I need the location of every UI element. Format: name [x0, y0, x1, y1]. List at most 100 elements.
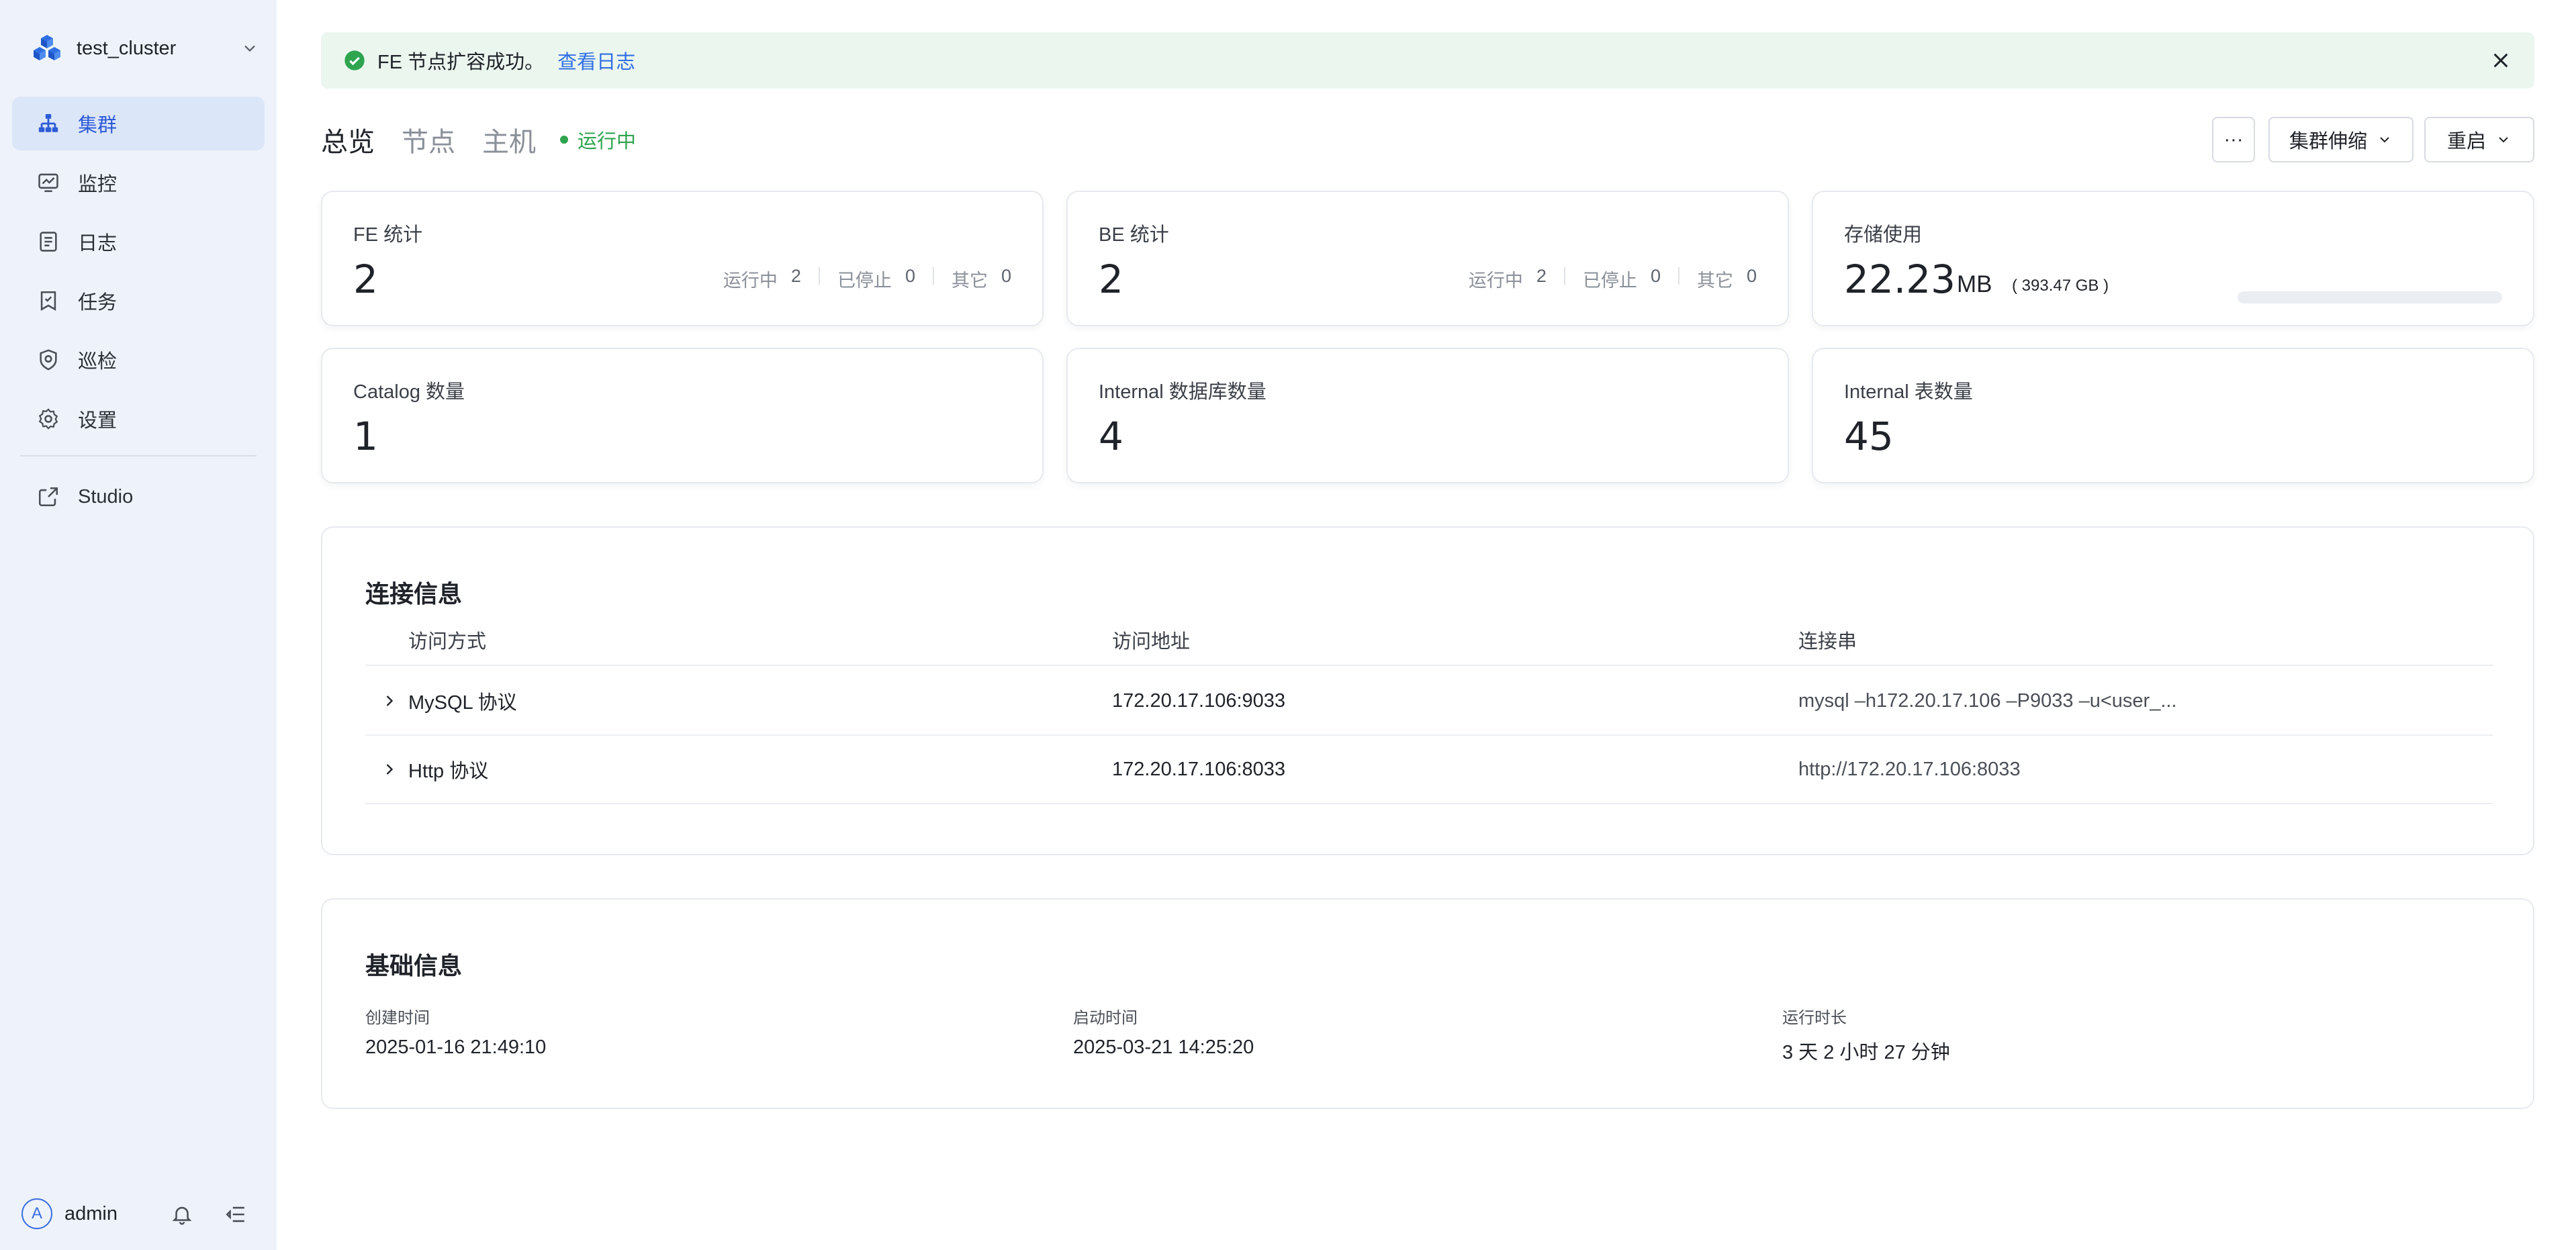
running-label: 运行中	[723, 271, 778, 291]
created-time-label: 创建时间	[365, 1009, 430, 1027]
sidebar-item-label: 集群	[78, 115, 118, 136]
divider	[1563, 267, 1565, 285]
running-count: 2	[1536, 266, 1547, 286]
sidebar-item-cluster[interactable]: 集群	[12, 97, 265, 150]
cluster-icon	[36, 111, 60, 136]
avatar[interactable]: A	[21, 1198, 52, 1229]
section-title: 基础信息	[365, 952, 463, 979]
card-value: 45	[1844, 414, 1894, 459]
tab-nodes[interactable]: 节点	[402, 120, 455, 159]
access-address: 172.20.17.106:9033	[1112, 689, 1286, 712]
close-icon[interactable]	[2490, 50, 2512, 71]
connection-string[interactable]: http://172.20.17.106:8033	[1798, 736, 2021, 803]
cluster-scale-button[interactable]: 集群伸缩	[2268, 117, 2413, 162]
log-icon	[36, 230, 60, 254]
start-time-value: 2025-03-21 14:25:20	[1073, 1037, 1254, 1058]
page-tabs: 总览 节点 主机 运行中	[321, 118, 636, 161]
sidebar-item-task[interactable]: 任务	[12, 274, 265, 328]
tab-hosts[interactable]: 主机	[482, 120, 536, 159]
bell-icon[interactable]	[171, 1203, 193, 1226]
other-count: 0	[1746, 266, 1757, 286]
cluster-switcher[interactable]: test_cluster	[31, 30, 259, 67]
restart-button[interactable]: 重启	[2424, 117, 2534, 162]
status-text: 运行中	[578, 131, 637, 152]
section-title: 连接信息	[365, 580, 463, 608]
status-dot	[560, 136, 568, 144]
divider	[818, 267, 820, 285]
success-alert: FE 节点扩容成功。 查看日志	[321, 32, 2534, 89]
sidebar: test_cluster 集群 监控 日志 任务 巡检 设置 Studio A …	[0, 0, 277, 1250]
alert-message: FE 节点扩容成功。	[377, 52, 545, 73]
column-header-conn-string: 连接串	[1798, 631, 1857, 653]
storage-usage-card: 存储使用 22.23 MB ( 393.47 GB )	[1812, 191, 2534, 326]
internal-db-count-card: Internal 数据库数量 4	[1066, 348, 1789, 483]
sidebar-item-label: 日志	[78, 233, 118, 254]
card-label: FE 统计	[353, 224, 423, 246]
card-value: 2	[353, 256, 378, 302]
chevron-right-icon[interactable]	[380, 691, 399, 710]
stopped-count: 0	[1650, 266, 1661, 286]
sidebar-item-label: 监控	[78, 174, 118, 195]
external-link-icon	[36, 485, 60, 509]
sidebar-nav: 集群 监控 日志 任务 巡检 设置 Studio	[12, 97, 265, 529]
table-row[interactable]: Http 协议 172.20.17.106:8033 http://172.20…	[365, 736, 2493, 804]
running-label: 运行中	[1468, 271, 1523, 291]
connection-string[interactable]: mysql –h172.20.17.106 –P9033 –u<user_...	[1798, 667, 2177, 734]
nav-divider	[20, 455, 257, 456]
stopped-label: 已停止	[837, 271, 892, 291]
divider	[1677, 267, 1680, 285]
be-stats-card: BE 统计 2 运行中 2 已停止 0 其它 0	[1066, 191, 1789, 326]
card-value: 4	[1099, 414, 1123, 459]
more-button[interactable]: ···	[2212, 117, 2255, 162]
card-label: Internal 数据库数量	[1099, 381, 1267, 403]
internal-table-count-card: Internal 表数量 45	[1812, 348, 2534, 483]
sidebar-item-inspection[interactable]: 巡检	[12, 333, 265, 387]
cluster-scale-label: 集群伸缩	[2289, 131, 2367, 152]
sidebar-item-settings[interactable]: 设置	[12, 392, 265, 446]
basic-info-section: 基础信息 创建时间 2025-01-16 21:49:10 启动时间 2025-…	[321, 898, 2534, 1109]
card-label: Catalog 数量	[353, 381, 465, 403]
other-label: 其它	[951, 271, 988, 291]
storage-progress-bar	[2238, 291, 2502, 303]
cluster-name: test_cluster	[77, 37, 177, 59]
access-method: Http 协议	[408, 761, 489, 782]
other-label: 其它	[1696, 271, 1733, 291]
access-address: 172.20.17.106:8033	[1112, 758, 1286, 780]
chevron-right-icon[interactable]	[380, 760, 399, 779]
storage-total: ( 393.47 GB )	[2012, 277, 2109, 295]
collapse-menu-icon[interactable]	[224, 1203, 247, 1226]
other-count: 0	[1001, 266, 1011, 286]
running-count: 2	[790, 266, 801, 286]
storage-unit: MB	[1957, 271, 1992, 297]
table-row[interactable]: MySQL 协议 172.20.17.106:9033 mysql –h172.…	[365, 667, 2493, 736]
user-name[interactable]: admin	[64, 1203, 118, 1225]
card-value: 2	[1099, 256, 1123, 302]
column-header-address: 访问地址	[1112, 631, 1191, 653]
monitor-icon	[36, 171, 60, 195]
created-time-value: 2025-01-16 21:49:10	[365, 1037, 547, 1058]
access-method: MySQL 协议	[408, 692, 517, 714]
connection-info-section: 连接信息 访问方式 访问地址 连接串 MySQL 协议 172.20.17.10…	[321, 526, 2534, 855]
tab-overview[interactable]: 总览	[321, 120, 375, 159]
chevron-down-icon	[244, 45, 255, 52]
storage-value: 22.23	[1844, 256, 1956, 302]
uptime-value: 3 天 2 小时 27 分钟	[1782, 1042, 1950, 1063]
sidebar-item-studio[interactable]: Studio	[12, 470, 265, 524]
user-area: A admin	[21, 1196, 257, 1231]
fe-status-breakdown: 运行中 2 已停止 0 其它 0	[723, 266, 1011, 292]
catalog-count-card: Catalog 数量 1	[321, 348, 1044, 483]
restart-label: 重启	[2446, 131, 2486, 152]
card-label: 存储使用	[1844, 224, 1923, 246]
cluster-logo-icon	[34, 35, 60, 60]
stopped-label: 已停止	[1582, 271, 1637, 291]
status-badge: 运行中	[560, 126, 636, 154]
start-time-label: 启动时间	[1073, 1009, 1138, 1027]
stopped-count: 0	[905, 266, 915, 286]
settings-icon	[36, 407, 60, 431]
view-log-link[interactable]: 查看日志	[557, 46, 635, 75]
sidebar-item-log[interactable]: 日志	[12, 215, 265, 269]
sidebar-item-monitor[interactable]: 监控	[12, 156, 265, 209]
card-value: 1	[353, 414, 378, 459]
uptime-label: 运行时长	[1782, 1009, 1847, 1027]
chevron-down-icon	[2380, 137, 2389, 143]
